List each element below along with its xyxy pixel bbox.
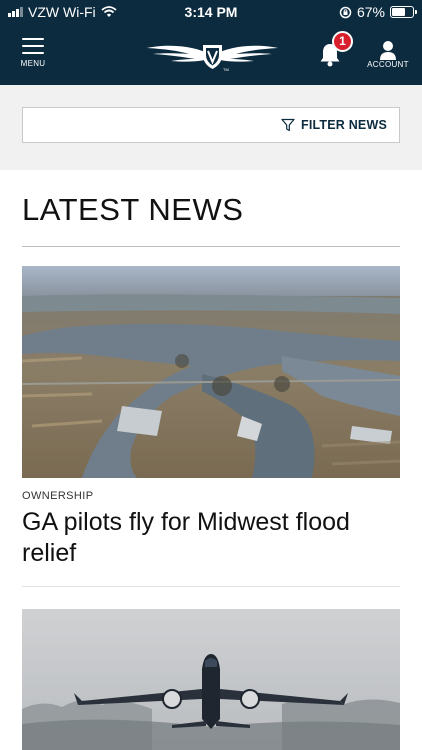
article-image[interactable] — [22, 266, 400, 478]
signal-icon — [8, 7, 23, 17]
user-icon — [380, 41, 396, 60]
battery-percent: 67% — [356, 4, 385, 20]
status-time: 3:14 PM — [184, 4, 238, 20]
article-category[interactable]: OWNERSHIP — [22, 490, 93, 502]
app-header: MENU TM 1 ACCOUNT — [0, 24, 422, 85]
airliner-takeoff-photo — [22, 609, 400, 750]
status-right: 67% — [304, 4, 417, 20]
battery-fill — [392, 8, 406, 16]
article-image[interactable] — [22, 609, 400, 750]
hamburger-icon — [22, 38, 44, 54]
account-button[interactable]: ACCOUNT — [366, 40, 410, 69]
filter-funnel-icon — [281, 118, 295, 132]
notification-badge: 1 — [332, 31, 353, 52]
trademark-mark: TM — [223, 67, 229, 72]
article-divider — [22, 586, 400, 587]
carrier-label: VZW Wi-Fi — [28, 4, 96, 20]
filter-area: FILTER NEWS — [0, 85, 422, 170]
filter-news-button[interactable]: FILTER NEWS — [22, 107, 400, 143]
section-divider — [22, 246, 400, 247]
menu-label: MENU — [20, 59, 46, 68]
wifi-icon — [101, 6, 117, 17]
aerial-flooded-river-photo — [22, 266, 400, 478]
notifications-button[interactable]: 1 — [318, 31, 353, 70]
account-label: ACCOUNT — [367, 60, 409, 69]
status-bar: VZW Wi-Fi 3:14 PM 67% — [0, 0, 422, 24]
rotation-lock-icon — [339, 6, 352, 18]
filter-news-label: FILTER NEWS — [301, 118, 387, 132]
article-headline[interactable]: GA pilots fly for Midwest flood relief — [22, 507, 407, 569]
menu-button[interactable]: MENU — [18, 38, 48, 68]
battery-icon — [390, 6, 417, 18]
winged-shield-logo-icon[interactable]: TM — [145, 38, 280, 74]
section-title: LATEST NEWS — [22, 192, 244, 227]
